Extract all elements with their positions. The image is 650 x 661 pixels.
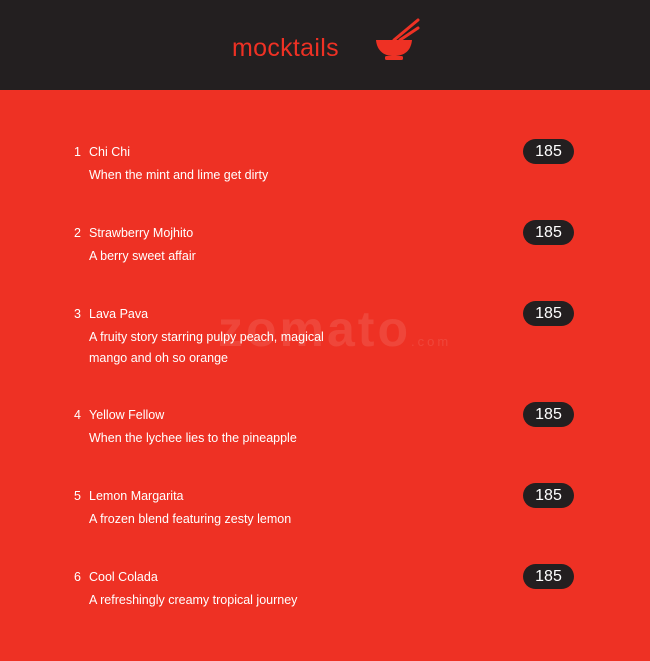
item-number: 4 xyxy=(74,408,81,422)
item-description: When the mint and lime get dirty xyxy=(89,168,269,182)
price-badge: 185 xyxy=(523,220,574,245)
watermark-suffix: .com xyxy=(411,334,452,349)
item-name: Lava Pava xyxy=(89,307,149,321)
item-description: A fruity story starring pulpy peach, mag… xyxy=(89,330,324,365)
price-badge: 185 xyxy=(523,139,574,164)
item-name: Cool Colada xyxy=(89,570,158,584)
item-name: Strawberry Mojhito xyxy=(89,226,194,240)
item-description: A refreshingly creamy tropical journey xyxy=(89,593,298,607)
price-badge: 185 xyxy=(523,564,574,589)
item-number: 3 xyxy=(74,307,81,321)
price-badge: 185 xyxy=(523,402,574,427)
bowl-chopsticks-icon xyxy=(376,18,420,60)
item-description: A berry sweet affair xyxy=(89,249,196,263)
item-name: Yellow Fellow xyxy=(89,408,165,422)
price-badge: 185 xyxy=(523,301,574,326)
item-number: 6 xyxy=(74,570,81,584)
item-number: 5 xyxy=(74,489,81,503)
menu-header: mocktails xyxy=(0,0,650,90)
item-description: When the lychee lies to the pineapple xyxy=(89,431,297,445)
item-number: 2 xyxy=(74,226,81,240)
item-number: 1 xyxy=(74,145,81,159)
price-badge: 185 xyxy=(523,483,574,508)
item-name: Lemon Margarita xyxy=(89,489,184,503)
item-description: A frozen blend featuring zesty lemon xyxy=(89,512,292,526)
menu-title: mocktails xyxy=(232,34,339,62)
item-name: Chi Chi xyxy=(89,145,130,159)
